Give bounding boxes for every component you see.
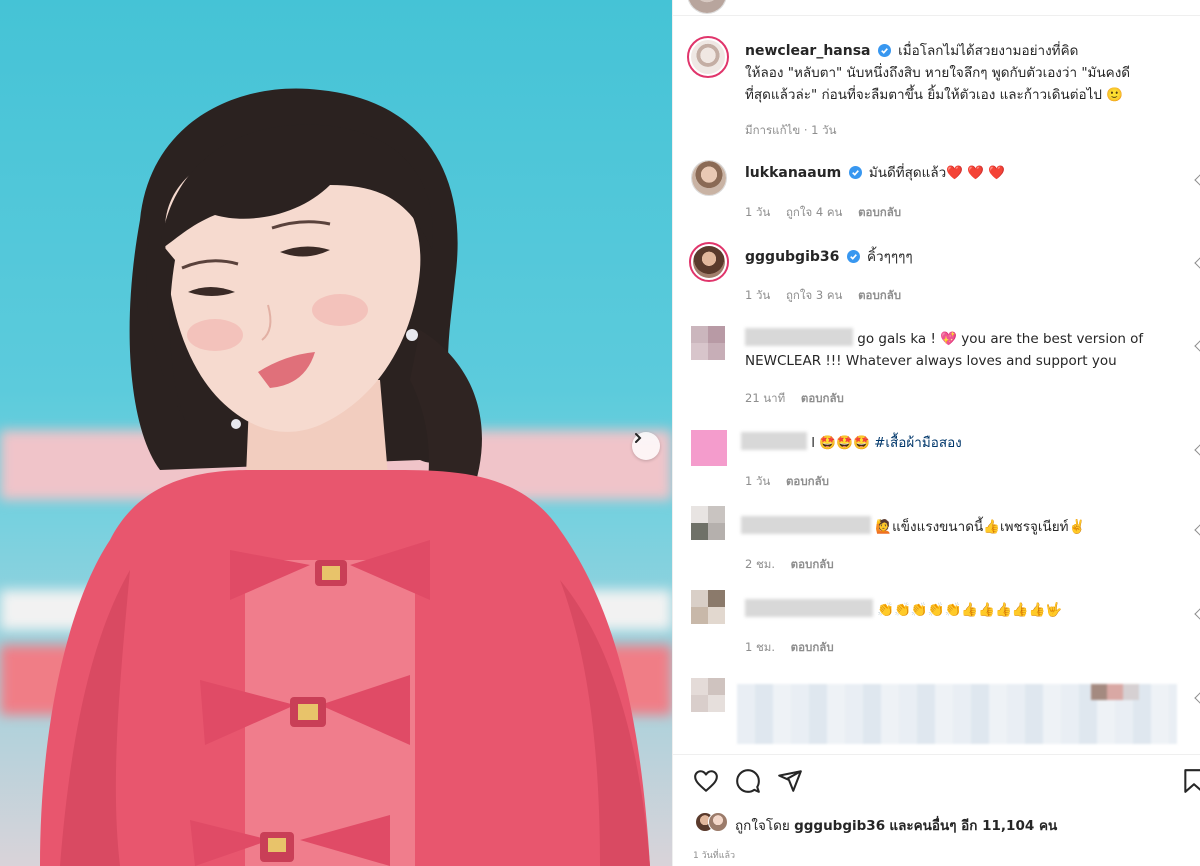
post-timestamp: 1 วันที่แล้ว bbox=[693, 851, 736, 861]
comment-like-count[interactable]: ถูกใจ 4 คน bbox=[786, 205, 842, 219]
comment-meta: 2 ชม. ตอบกลับ bbox=[745, 556, 846, 574]
bookmark-icon[interactable] bbox=[1181, 768, 1200, 794]
share-icon[interactable] bbox=[777, 768, 803, 794]
comment-meta: 1 วัน ตอบกลับ bbox=[745, 473, 841, 491]
comment-time: 1 วัน bbox=[745, 288, 771, 302]
redacted-username bbox=[741, 432, 807, 450]
comment-avatar-blurred[interactable] bbox=[691, 678, 725, 712]
liker-avatars[interactable] bbox=[695, 812, 733, 834]
comment-avatar-blurred[interactable] bbox=[691, 430, 727, 466]
reply-button[interactable]: ตอบกลับ bbox=[786, 474, 829, 488]
comment-like-icon[interactable] bbox=[1194, 692, 1200, 704]
comment-like-icon[interactable] bbox=[1194, 257, 1200, 269]
comment-meta: 1 วัน ถูกใจ 3 คน ตอบกลับ bbox=[745, 287, 913, 305]
portrait-illustration bbox=[40, 88, 650, 866]
comment-row: go gals ka ! 💖 you are the best version … bbox=[745, 328, 1165, 372]
hashtag-link[interactable]: #เสื้อผ้ามือสอง bbox=[874, 435, 962, 451]
next-photo-button[interactable] bbox=[632, 432, 660, 460]
reply-button[interactable]: ตอบกลับ bbox=[791, 640, 834, 654]
heart-icon[interactable] bbox=[693, 768, 719, 794]
post-side-panel: newclear_hansa เมื่อโลกไม่ได้สวยงามอย่าง… bbox=[672, 0, 1200, 866]
comment-avatar[interactable] bbox=[691, 160, 727, 196]
verified-badge-icon bbox=[877, 44, 891, 57]
comment-meta: 1 ชม. ตอบกลับ bbox=[745, 639, 846, 657]
post-photo bbox=[0, 0, 672, 866]
actions-divider bbox=[673, 754, 1200, 755]
redacted-username bbox=[745, 599, 873, 617]
comment-time: 2 ชม. bbox=[745, 557, 776, 571]
comment-row: 👏👏👏👏👏👍👍👍👍👍🤟 bbox=[745, 599, 1062, 621]
comment-text-line-2: NEWCLEAR !!! Whatever always loves and s… bbox=[745, 353, 1117, 369]
comment-icon[interactable] bbox=[735, 768, 761, 794]
comment-like-icon[interactable] bbox=[1194, 608, 1200, 620]
redacted-comment bbox=[737, 684, 1177, 744]
comment-text: มันดีที่สุดแล้ว❤️ ❤️ ❤️ bbox=[868, 165, 1006, 181]
verified-badge-icon bbox=[846, 250, 860, 263]
comment-text-line-1: go gals ka ! 💖 you are the best version … bbox=[857, 331, 1144, 347]
header-divider bbox=[673, 15, 1200, 16]
comment-like-icon[interactable] bbox=[1194, 340, 1200, 352]
comment-author-name[interactable]: lukkanaaum bbox=[745, 165, 841, 181]
likes-count[interactable]: และคนอื่นๆ อีก 11,104 คน bbox=[889, 818, 1057, 834]
comment-row: l 🤩🤩🤩 #เสื้อผ้ามือสอง bbox=[741, 432, 962, 454]
caption-edited-time: มีการแก้ไข · 1 วัน bbox=[745, 123, 837, 137]
likes-summary: ถูกใจโดย gggubgib36 และคนอื่นๆ อีก 11,10… bbox=[735, 814, 1057, 836]
reply-button[interactable]: ตอบกลับ bbox=[791, 557, 834, 571]
comment-text: คิ้วๆๆๆๆ bbox=[866, 249, 913, 265]
liker-username[interactable]: gggubgib36 bbox=[794, 818, 885, 834]
caption: newclear_hansa เมื่อโลกไม่ได้สวยงามอย่าง… bbox=[745, 40, 1195, 106]
comment-like-icon[interactable] bbox=[1194, 174, 1200, 186]
caption-line-1: เมื่อโลกไม่ได้สวยงามอย่างที่คิด bbox=[898, 43, 1079, 59]
comment-author-name[interactable]: gggubgib36 bbox=[745, 249, 839, 265]
caption-line-3: ที่สุดแล้วล่ะ" ก่อนที่จะลืมตาขึ้น ยิ้มให… bbox=[745, 87, 1124, 103]
comment-meta: 21 นาที ตอบกลับ bbox=[745, 390, 856, 408]
comment-time: 1 ชม. bbox=[745, 640, 776, 654]
comment-avatar-blurred[interactable] bbox=[691, 590, 725, 624]
chevron-right-icon bbox=[635, 433, 642, 443]
comment-time: 1 วัน bbox=[745, 474, 771, 488]
caption-author-name[interactable]: newclear_hansa bbox=[745, 43, 871, 59]
comment-time: 1 วัน bbox=[745, 205, 771, 219]
author-avatar[interactable] bbox=[687, 36, 729, 78]
comment-text: 👏👏👏👏👏👍👍👍👍👍🤟 bbox=[877, 602, 1063, 618]
comment-like-count[interactable]: ถูกใจ 3 คน bbox=[786, 288, 842, 302]
comment-avatar[interactable] bbox=[689, 242, 729, 282]
redacted-username bbox=[741, 516, 871, 534]
reply-button[interactable]: ตอบกลับ bbox=[858, 288, 901, 302]
redacted-username bbox=[745, 328, 853, 346]
comment-like-icon[interactable] bbox=[1194, 524, 1200, 536]
likes-prefix: ถูกใจโดย bbox=[735, 818, 790, 834]
caption-line-2: ให้ลอง "หลับตา" นับหนึ่งถึงสิบ หายใจลึกๆ… bbox=[745, 65, 1131, 81]
comment-meta: 1 วัน ถูกใจ 4 คน ตอบกลับ bbox=[745, 204, 913, 222]
comment-row: lukkanaaum มันดีที่สุดแล้ว❤️ ❤️ ❤️ bbox=[745, 162, 1005, 184]
comment-text: 🙋แข็งแรงขนาดนี้👍เพชรจูเนียท์✌️ bbox=[875, 519, 1086, 535]
author-avatar-header[interactable] bbox=[687, 0, 727, 14]
comment-time: 21 นาที bbox=[745, 391, 786, 405]
comment-avatar-blurred[interactable] bbox=[691, 326, 725, 360]
comment-like-icon[interactable] bbox=[1194, 444, 1200, 456]
reply-button[interactable]: ตอบกลับ bbox=[801, 391, 844, 405]
action-bar bbox=[673, 764, 1200, 800]
comment-avatar-blurred[interactable] bbox=[691, 506, 725, 540]
verified-badge-icon bbox=[848, 166, 862, 179]
comment-row: gggubgib36 คิ้วๆๆๆๆ bbox=[745, 246, 913, 268]
comment-row: 🙋แข็งแรงขนาดนี้👍เพชรจูเนียท์✌️ bbox=[741, 516, 1085, 538]
reply-button[interactable]: ตอบกลับ bbox=[858, 205, 901, 219]
comment-text: l 🤩🤩🤩 #เสื้อผ้ามือสอง bbox=[811, 435, 962, 451]
